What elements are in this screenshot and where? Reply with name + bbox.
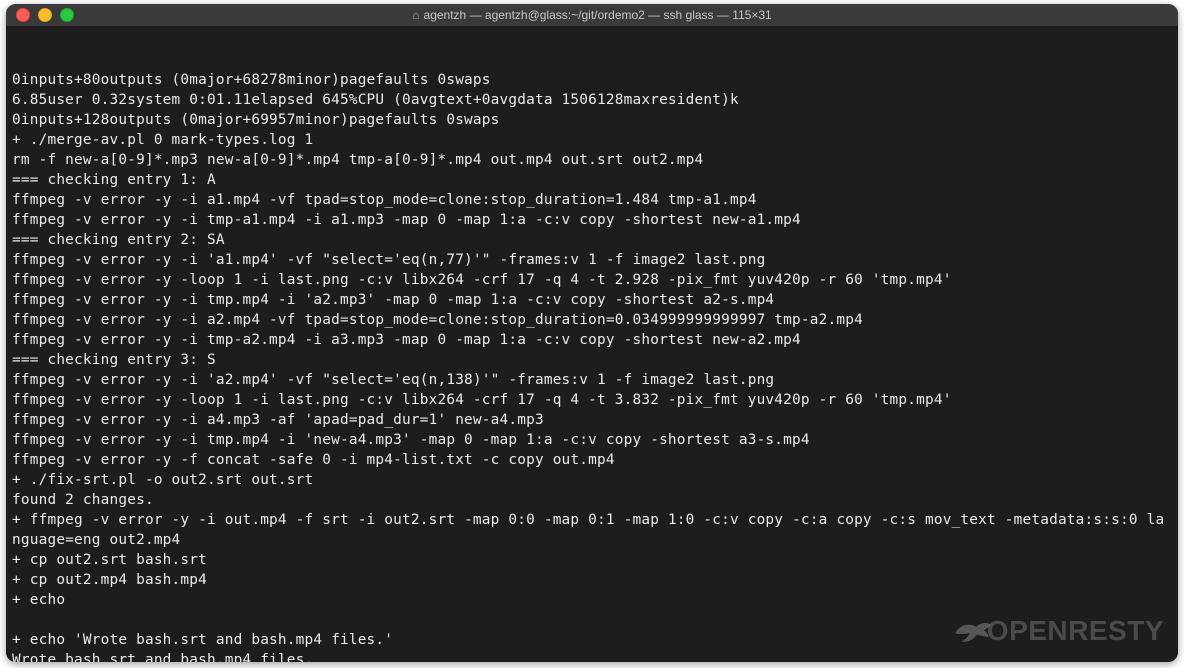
close-icon[interactable] (16, 8, 30, 22)
maximize-icon[interactable] (60, 8, 74, 22)
terminal-line: + cp out2.srt bash.srt (12, 550, 1172, 570)
terminal-line: === checking entry 2: SA (12, 230, 1172, 250)
terminal-line: + ffmpeg -v error -y -i out.mp4 -f srt -… (12, 510, 1172, 550)
terminal-line: rm -f new-a[0-9]*.mp3 new-a[0-9]*.mp4 tm… (12, 150, 1172, 170)
terminal-window: ⌂ agentzh — agentzh@glass:~/git/ordemo2 —… (6, 4, 1178, 662)
terminal-line: ffmpeg -v error -y -i 'a1.mp4' -vf "sele… (12, 250, 1172, 270)
terminal-line: ffmpeg -v error -y -i tmp-a2.mp4 -i a3.m… (12, 330, 1172, 350)
window-title: ⌂ agentzh — agentzh@glass:~/git/ordemo2 —… (6, 8, 1178, 22)
minimize-icon[interactable] (38, 8, 52, 22)
terminal-line: 0inputs+80outputs (0major+68278minor)pag… (12, 70, 1172, 90)
terminal-line: 0inputs+128outputs (0major+69957minor)pa… (12, 110, 1172, 130)
terminal-line: found 2 changes. (12, 490, 1172, 510)
terminal-line: + ./fix-srt.pl -o out2.srt out.srt (12, 470, 1172, 490)
titlebar: ⌂ agentzh — agentzh@glass:~/git/ordemo2 —… (6, 4, 1178, 26)
terminal-line: Wrote bash.srt and bash.mp4 files. (12, 650, 1172, 662)
terminal-line: + cp out2.mp4 bash.mp4 (12, 570, 1172, 590)
terminal-line (12, 610, 1172, 630)
terminal-line: ffmpeg -v error -y -i 'a2.mp4' -vf "sele… (12, 370, 1172, 390)
terminal-line: ffmpeg -v error -y -i a2.mp4 -vf tpad=st… (12, 310, 1172, 330)
terminal-line: ffmpeg -v error -y -i tmp.mp4 -i 'a2.mp3… (12, 290, 1172, 310)
terminal-line: ffmpeg -v error -y -loop 1 -i last.png -… (12, 390, 1172, 410)
terminal-line: === checking entry 1: A (12, 170, 1172, 190)
terminal-line: + echo 'Wrote bash.srt and bash.mp4 file… (12, 630, 1172, 650)
home-icon: ⌂ (412, 8, 419, 22)
traffic-lights (16, 8, 74, 22)
window-title-text: agentzh — agentzh@glass:~/git/ordemo2 — … (424, 8, 772, 22)
terminal-line: ffmpeg -v error -y -i a4.mp3 -af 'apad=p… (12, 410, 1172, 430)
terminal-line: ffmpeg -v error -y -f concat -safe 0 -i … (12, 450, 1172, 470)
terminal-line: === checking entry 3: S (12, 350, 1172, 370)
terminal-line: ffmpeg -v error -y -loop 1 -i last.png -… (12, 270, 1172, 290)
terminal-body[interactable]: 0inputs+80outputs (0major+68278minor)pag… (6, 26, 1178, 662)
terminal-line: ffmpeg -v error -y -i tmp.mp4 -i 'new-a4… (12, 430, 1172, 450)
terminal-line: ffmpeg -v error -y -i a1.mp4 -vf tpad=st… (12, 190, 1172, 210)
terminal-line: 6.85user 0.32system 0:01.11elapsed 645%C… (12, 90, 1172, 110)
terminal-line: + ./merge-av.pl 0 mark-types.log 1 (12, 130, 1172, 150)
terminal-output: 0inputs+80outputs (0major+68278minor)pag… (12, 70, 1172, 662)
terminal-line: + echo (12, 590, 1172, 610)
terminal-line: ffmpeg -v error -y -i tmp-a1.mp4 -i a1.m… (12, 210, 1172, 230)
